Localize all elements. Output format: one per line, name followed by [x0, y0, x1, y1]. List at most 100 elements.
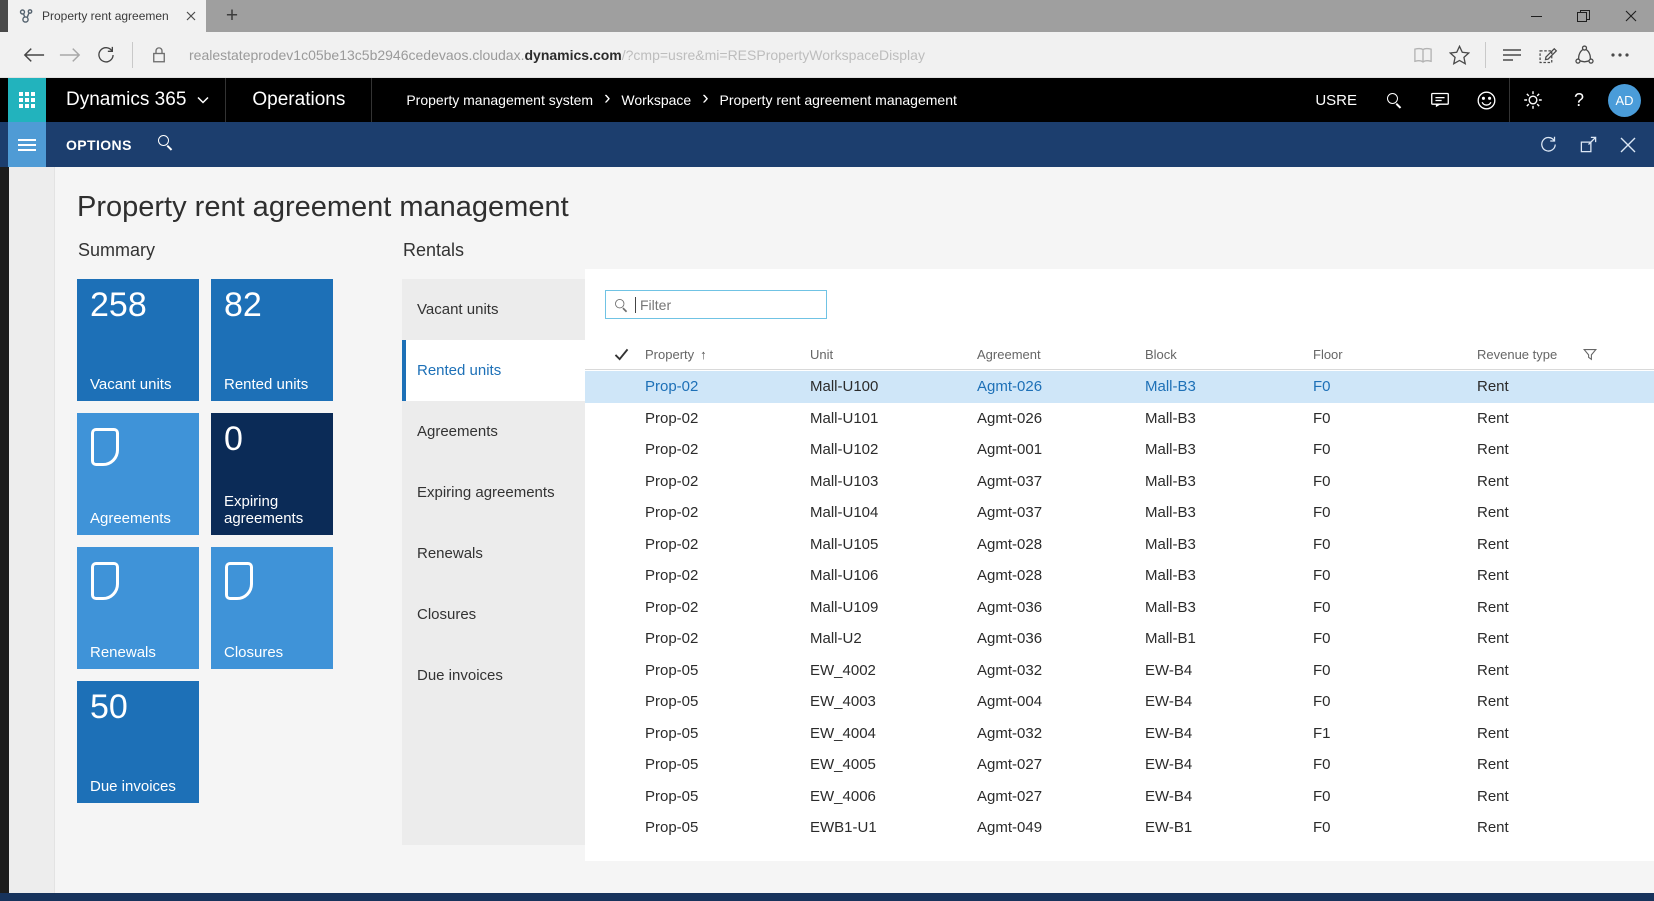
- column-header-label: Block: [1145, 347, 1177, 362]
- table-cell: EW_4006: [810, 788, 977, 805]
- column-header[interactable]: Floor: [1313, 347, 1477, 362]
- search-button[interactable]: [1371, 78, 1417, 122]
- table-cell: Prop-02: [645, 567, 810, 584]
- desktop-edge-bottom: [0, 893, 1654, 901]
- browser-tab[interactable]: Property rent agreemen: [8, 0, 206, 32]
- table-cell: Mall-U2: [810, 630, 977, 647]
- web-note-icon[interactable]: [1530, 37, 1566, 73]
- table-cell: Mall-U109: [810, 599, 977, 616]
- more-actions-icon[interactable]: [1602, 37, 1638, 73]
- table-row[interactable]: Prop-05EW_4004Agmt-032EW-B4F1Rent: [585, 718, 1654, 750]
- new-tab-button[interactable]: +: [206, 0, 258, 32]
- options-tab[interactable]: OPTIONS: [66, 137, 132, 153]
- company-selector[interactable]: USRE: [1315, 92, 1357, 109]
- rentals-tab[interactable]: Expiring agreements: [402, 462, 585, 523]
- messages-button[interactable]: [1417, 78, 1463, 122]
- table-row[interactable]: Prop-05EW_4003Agmt-004EW-B4F0Rent: [585, 686, 1654, 718]
- summary-tile[interactable]: 82 Rented units: [211, 279, 333, 401]
- summary-tile[interactable]: Renewals: [77, 547, 199, 669]
- refresh-page-button[interactable]: [1528, 122, 1568, 167]
- rentals-tab[interactable]: Closures: [402, 584, 585, 645]
- table-row[interactable]: Prop-05EW_4006Agmt-027EW-B4F0Rent: [585, 781, 1654, 813]
- rentals-tab[interactable]: Due invoices: [402, 645, 585, 706]
- hamburger-icon: [18, 136, 36, 154]
- table-cell: Prop-02: [645, 599, 810, 616]
- filter-input[interactable]: [640, 297, 818, 313]
- table-row[interactable]: Prop-05EW_4002Agmt-032EW-B4F0Rent: [585, 655, 1654, 687]
- nav-menu-button[interactable]: [8, 122, 46, 167]
- feedback-button[interactable]: [1463, 78, 1509, 122]
- table-row[interactable]: Prop-02Mall-U105Agmt-028Mall-B3F0Rent: [585, 529, 1654, 561]
- dynamics-favicon-icon: [18, 8, 34, 24]
- module-name[interactable]: Operations: [226, 89, 371, 111]
- column-header-label: Property: [645, 347, 694, 362]
- column-header[interactable]: Agreement: [977, 347, 1145, 362]
- tab-close-icon[interactable]: [186, 11, 196, 21]
- app-launcher-button[interactable]: [8, 78, 46, 122]
- breadcrumb-item[interactable]: Workspace: [621, 92, 691, 108]
- breadcrumb-item[interactable]: Property management system: [406, 92, 593, 108]
- summary-tile[interactable]: 258 Vacant units: [77, 279, 199, 401]
- summary-tile[interactable]: 50 Due invoices: [77, 681, 199, 803]
- column-header[interactable]: Revenue type: [1477, 347, 1654, 362]
- product-menu[interactable]: Dynamics 365: [66, 89, 209, 111]
- settings-button[interactable]: [1510, 78, 1556, 122]
- summary-tile[interactable]: Agreements: [77, 413, 199, 535]
- rentals-tab[interactable]: Rented units: [402, 340, 585, 401]
- hub-icon[interactable]: [1494, 37, 1530, 73]
- address-url[interactable]: realestateprodev1c05be13c5b2946cedevaos.…: [189, 47, 1405, 63]
- column-header[interactable]: Block: [1145, 347, 1313, 362]
- help-button[interactable]: ?: [1556, 78, 1602, 122]
- breadcrumb-item[interactable]: Property rent agreement management: [720, 92, 957, 108]
- forward-button[interactable]: [52, 37, 88, 73]
- desktop-edge-left: [0, 167, 9, 901]
- table-row[interactable]: Prop-05EW_4005Agmt-027EW-B4F0Rent: [585, 749, 1654, 781]
- select-all-check-icon[interactable]: [585, 348, 645, 361]
- column-header[interactable]: Unit: [810, 347, 977, 362]
- summary-tile[interactable]: Closures: [211, 547, 333, 669]
- filter-funnel-icon[interactable]: [1583, 348, 1597, 362]
- table-cell: Rent: [1477, 788, 1654, 805]
- table-cell: Agmt-032: [977, 662, 1145, 679]
- back-button[interactable]: [16, 37, 52, 73]
- column-header[interactable]: Property ↑: [645, 347, 810, 362]
- refresh-button[interactable]: [88, 37, 124, 73]
- grid-header-row: Property ↑ Unit Agreement Block Floor Re…: [585, 340, 1654, 370]
- search-icon: [158, 135, 172, 149]
- close-page-button[interactable]: [1608, 122, 1648, 167]
- table-row[interactable]: Prop-02Mall-U103Agmt-037Mall-B3F0Rent: [585, 466, 1654, 498]
- rentals-tab[interactable]: Agreements: [402, 401, 585, 462]
- summary-tile[interactable]: 0 Expiring agreements: [211, 413, 333, 535]
- window-restore-button[interactable]: [1560, 0, 1607, 32]
- table-cell: F0: [1313, 410, 1477, 427]
- table-cell: Agmt-032: [977, 725, 1145, 742]
- url-host: realestateprodev1c05be13c5b2946cedevaos.…: [189, 47, 524, 63]
- tile-label: Renewals: [90, 644, 194, 661]
- table-row[interactable]: Prop-02Mall-U106Agmt-028Mall-B3F0Rent: [585, 560, 1654, 592]
- table-cell: Mall-B3: [1145, 378, 1313, 395]
- table-cell: F1: [1313, 725, 1477, 742]
- table-row[interactable]: Prop-02Mall-U109Agmt-036Mall-B3F0Rent: [585, 592, 1654, 624]
- user-avatar[interactable]: AD: [1608, 84, 1641, 117]
- open-new-window-button[interactable]: [1568, 122, 1608, 167]
- table-row[interactable]: Prop-02Mall-U2Agmt-036Mall-B1F0Rent: [585, 623, 1654, 655]
- table-row[interactable]: Prop-02Mall-U101Agmt-026Mall-B3F0Rent: [585, 403, 1654, 435]
- table-row[interactable]: Prop-02Mall-U102Agmt-001Mall-B3F0Rent: [585, 434, 1654, 466]
- table-cell: Prop-02: [645, 378, 810, 395]
- table-cell: Prop-05: [645, 662, 810, 679]
- reading-view-icon[interactable]: [1405, 37, 1441, 73]
- collapsed-nav-pane[interactable]: [9, 167, 55, 893]
- rentals-tab[interactable]: Renewals: [402, 523, 585, 584]
- tab-bar-edge: [0, 0, 8, 32]
- breadcrumb: Property management system › Workspace ›…: [406, 92, 957, 108]
- rentals-tab[interactable]: Vacant units: [402, 279, 585, 340]
- summary-section-heading: Summary: [78, 240, 155, 261]
- action-search-button[interactable]: [158, 135, 172, 154]
- favorites-star-icon[interactable]: [1441, 37, 1477, 73]
- table-row[interactable]: Prop-02Mall-U104Agmt-037Mall-B3F0Rent: [585, 497, 1654, 529]
- window-minimize-button[interactable]: [1513, 0, 1560, 32]
- share-icon[interactable]: [1566, 37, 1602, 73]
- table-row[interactable]: Prop-02Mall-U100Agmt-026Mall-B3F0Rent: [585, 371, 1654, 403]
- table-row[interactable]: Prop-05EWB1-U1Agmt-049EW-B1F0Rent: [585, 812, 1654, 844]
- window-close-button[interactable]: [1607, 0, 1654, 32]
